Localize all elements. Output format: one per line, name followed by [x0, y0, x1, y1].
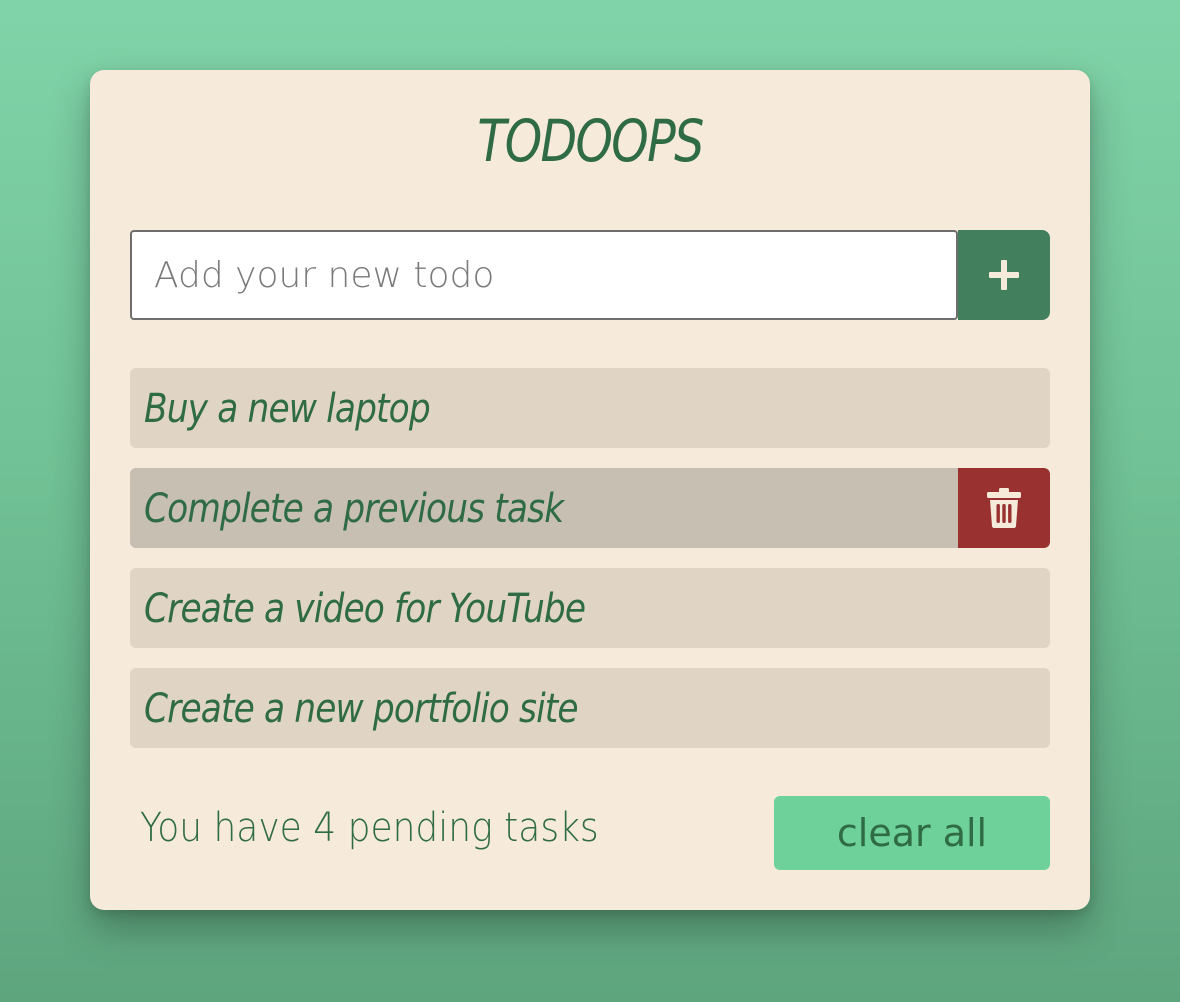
new-todo-form [130, 230, 1050, 320]
delete-todo-button[interactable] [958, 468, 1050, 548]
todo-item-text: Buy a new laptop [144, 386, 431, 432]
add-todo-button[interactable] [958, 230, 1050, 320]
plus-icon [989, 260, 1019, 290]
todo-item[interactable]: Create a video for YouTube [130, 568, 1050, 648]
trash-icon [987, 488, 1021, 528]
clear-all-button[interactable]: clear all [774, 796, 1050, 870]
todo-item[interactable]: Buy a new laptop [130, 368, 1050, 448]
todo-item-text: Create a video for YouTube [144, 586, 586, 632]
todo-item[interactable]: Complete a previous task [130, 468, 1050, 548]
app-title: TODOOPS [477, 107, 704, 175]
todo-item-text: Create a new portfolio site [144, 686, 579, 732]
todo-app-card: TODOOPS Buy a new laptop Complete a prev… [90, 70, 1090, 910]
new-todo-input[interactable] [130, 230, 958, 320]
todo-footer: You have 4 pending tasks clear all [130, 796, 1050, 870]
todo-item[interactable]: Create a new portfolio site [130, 668, 1050, 748]
todo-item-text: Complete a previous task [144, 486, 564, 532]
pending-count-text: You have 4 pending tasks [140, 805, 599, 851]
todo-list: Buy a new laptop Complete a previous tas… [130, 368, 1050, 768]
